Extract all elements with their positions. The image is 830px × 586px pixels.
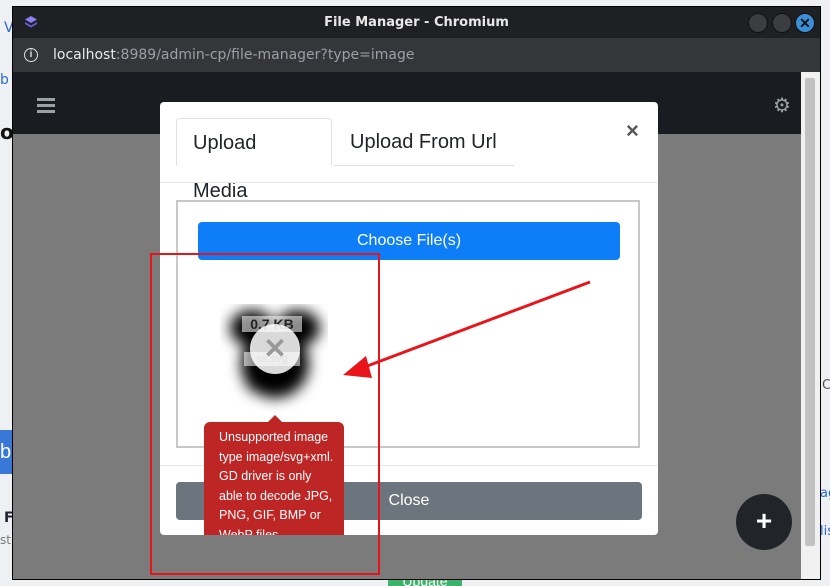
bg-fragment: ag (820, 486, 830, 501)
tab-upload-media[interactable]: Upload Media (176, 118, 332, 202)
bg-fragment: st (0, 533, 11, 547)
bg-fragment: C (822, 378, 830, 393)
annotation-highlight-box (150, 253, 380, 575)
page-scrollbar[interactable] (801, 72, 820, 579)
page-content: ⚙ Upload Media Upload From Url × Choose … (13, 72, 801, 579)
title-bar: File Manager - Chromium ✕ (13, 7, 820, 38)
header-divider (160, 182, 658, 183)
window-title: File Manager - Chromium (324, 15, 509, 30)
modal-tabs: Upload Media Upload From Url (176, 118, 658, 202)
bg-fragment: b (0, 441, 12, 463)
hamburger-menu-icon[interactable] (37, 98, 55, 113)
minimize-button[interactable] (748, 13, 768, 33)
site-info-icon[interactable]: i (24, 48, 38, 62)
url-path: :8989/admin-cp/file-manager?type=image (115, 47, 415, 63)
address-bar[interactable]: i localhost:8989/admin-cp/file-manager?t… (13, 38, 820, 72)
browser-window: File Manager - Chromium ✕ i localhost:89… (13, 7, 820, 579)
maximize-button[interactable] (772, 13, 792, 33)
bg-blue-block: b (0, 430, 14, 474)
url-text[interactable]: localhost:8989/admin-cp/file-manager?typ… (53, 47, 414, 63)
tab-upload-from-url[interactable]: Upload From Url (334, 118, 514, 166)
add-fab-button[interactable]: + (736, 494, 792, 550)
window-close-button[interactable]: ✕ (795, 13, 815, 33)
gear-icon[interactable]: ⚙ (773, 96, 791, 116)
bg-fragment: b (0, 72, 9, 88)
url-host: localhost (53, 47, 116, 63)
bg-fragment: lis (820, 524, 830, 539)
scrollbar-thumb[interactable] (805, 78, 815, 546)
modal-close-icon[interactable]: × (626, 118, 639, 144)
